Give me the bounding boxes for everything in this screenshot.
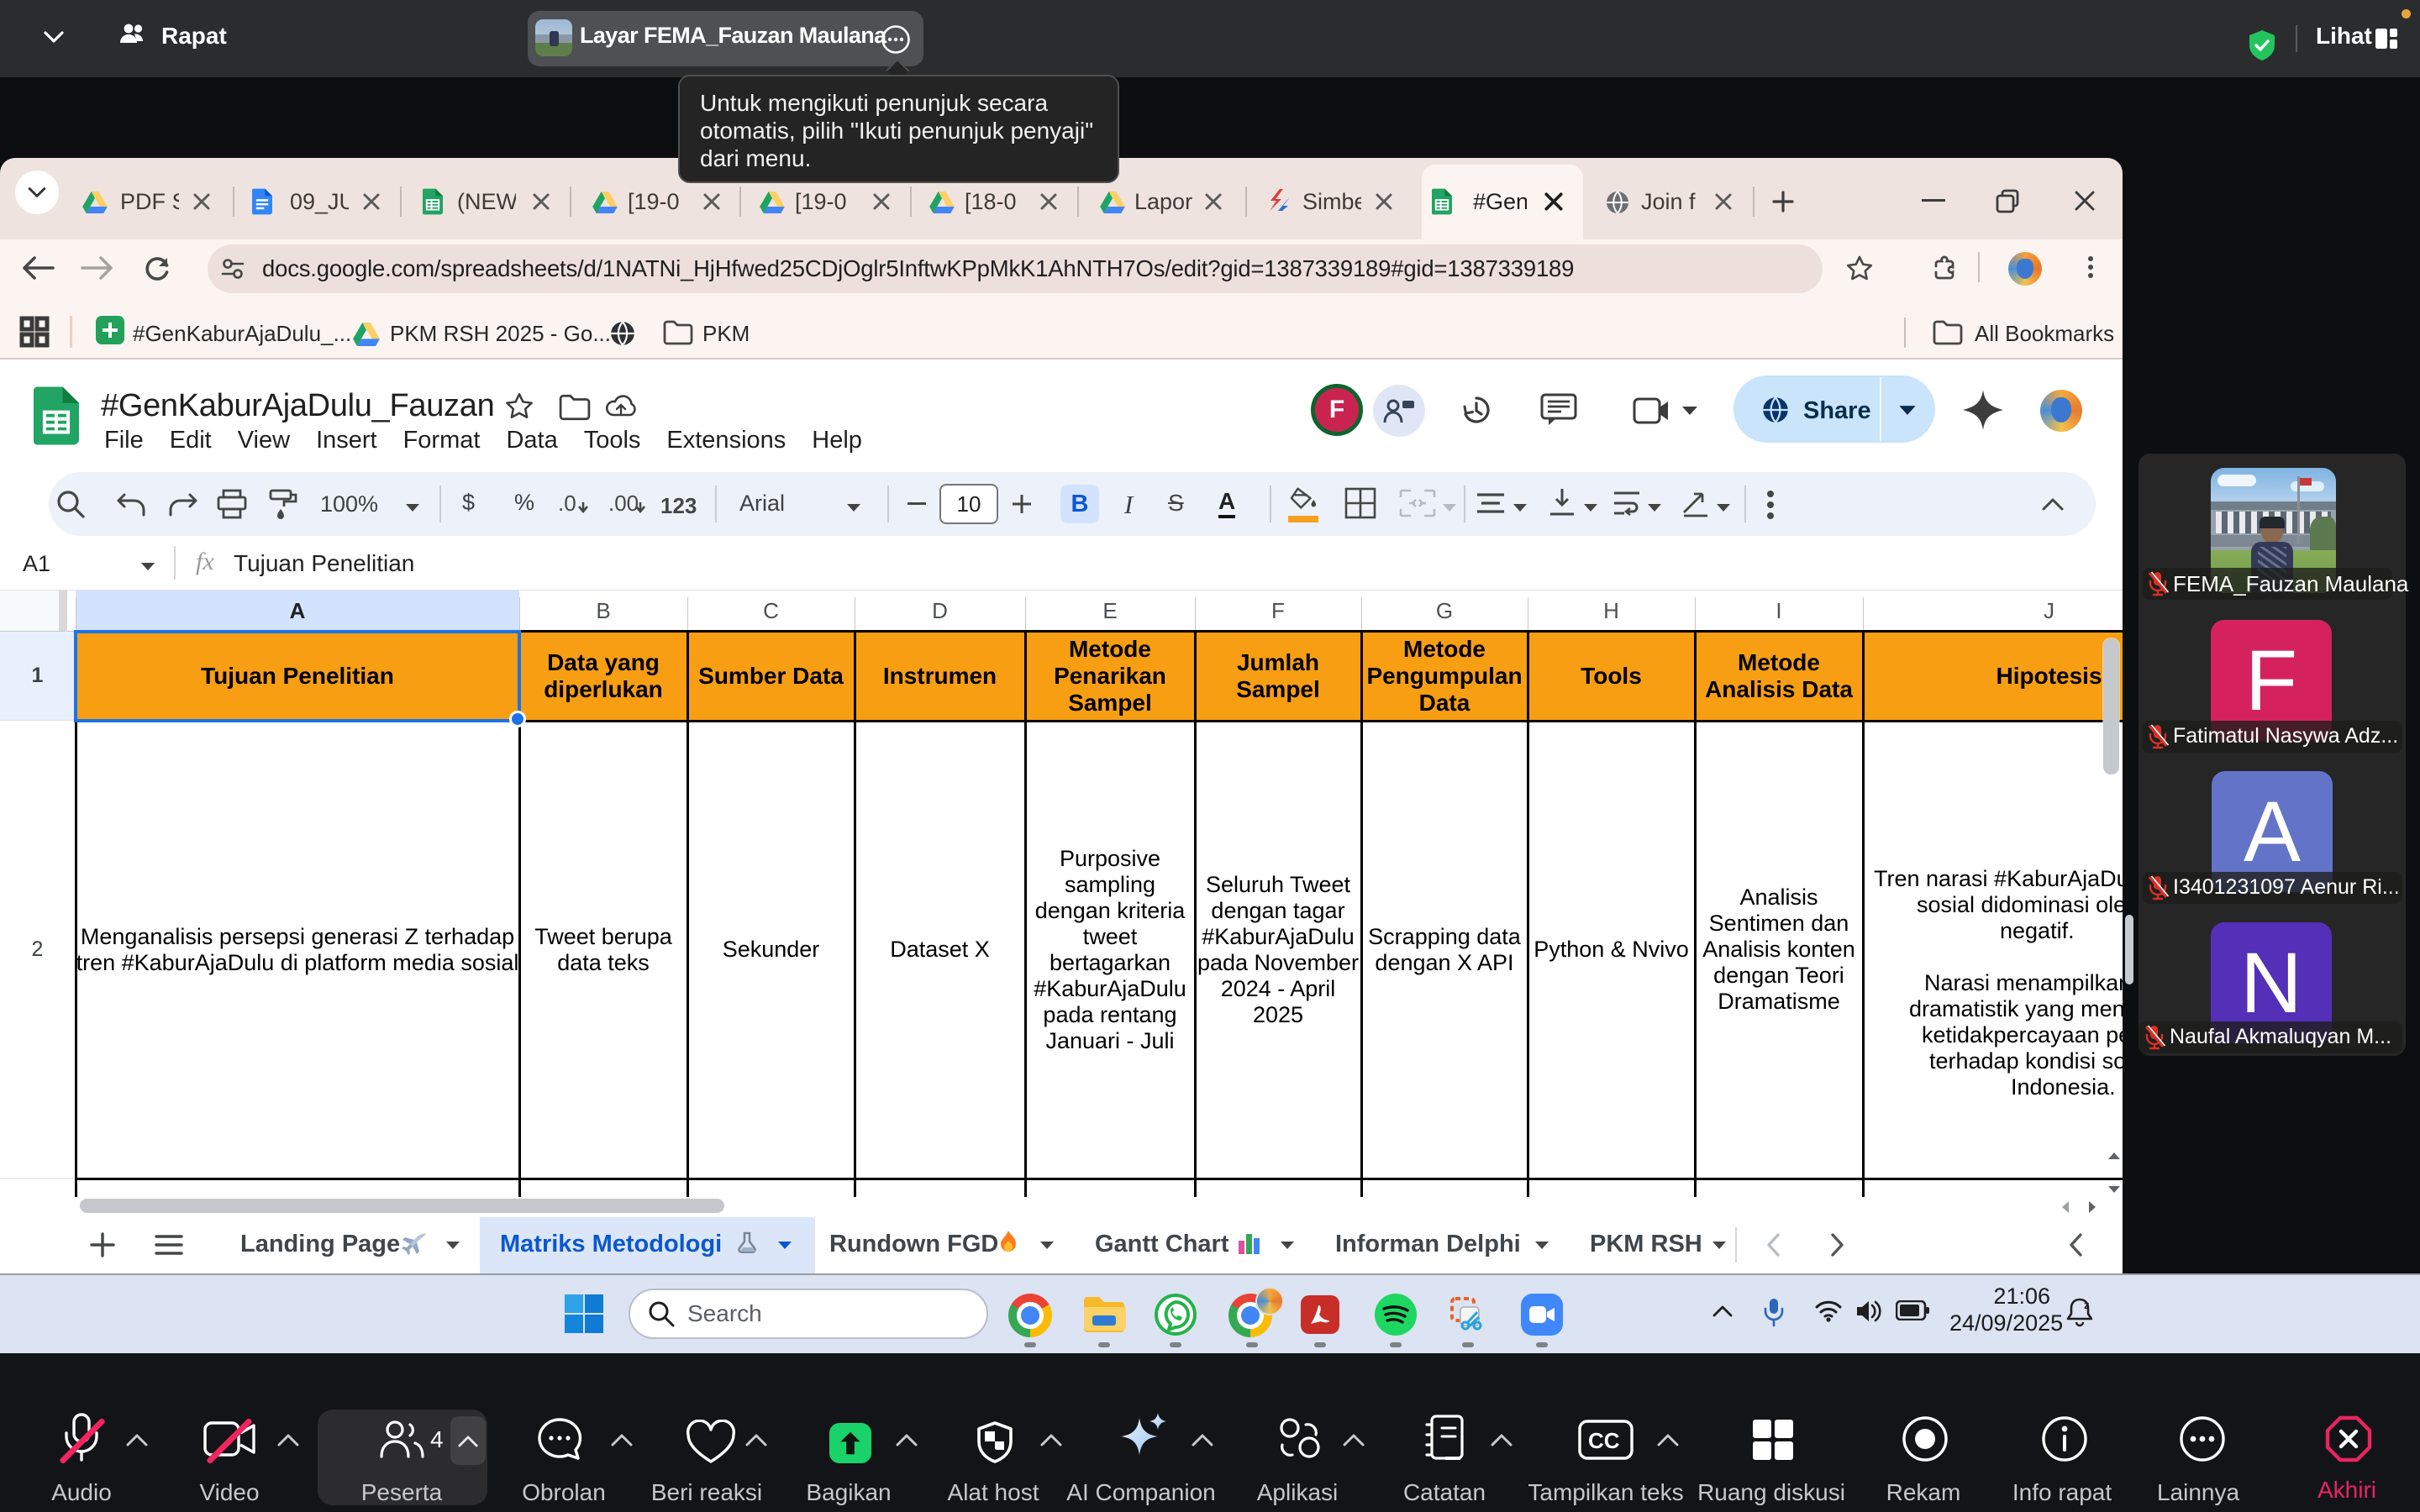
svg-text:.00: .00 bbox=[608, 494, 639, 516]
svg-text:.0: .0 bbox=[558, 494, 576, 516]
svg-text:CC: CC bbox=[1588, 1428, 1620, 1453]
svg-text:z: z bbox=[2084, 1299, 2090, 1311]
